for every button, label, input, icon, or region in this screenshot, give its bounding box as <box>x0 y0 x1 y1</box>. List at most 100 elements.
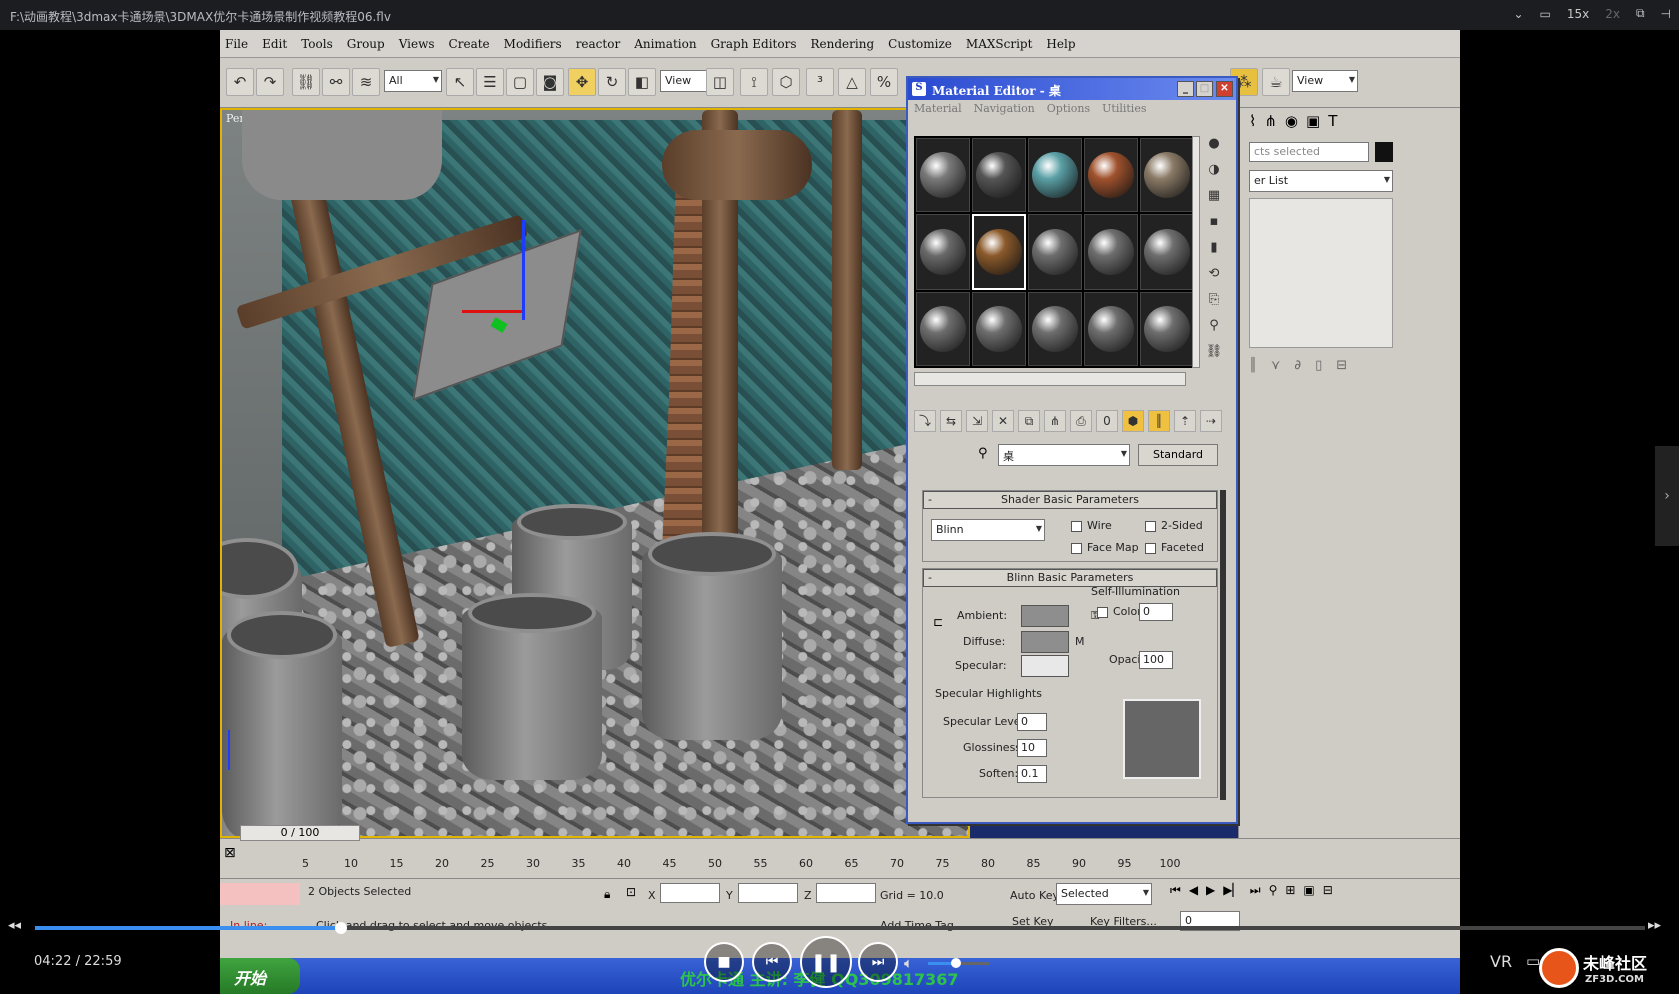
folder-icon[interactable]: ▭ <box>1540 7 1551 21</box>
redo-icon[interactable]: ↷ <box>256 68 284 96</box>
chevron-down-icon[interactable]: ⌄ <box>1513 7 1523 21</box>
material-slot[interactable] <box>1140 292 1194 366</box>
self-illum-spinner[interactable]: 0 <box>1139 603 1173 621</box>
glossiness-spinner[interactable]: 10 <box>1017 739 1047 757</box>
close-button[interactable]: ✕ <box>1216 81 1233 97</box>
menu-help[interactable]: Help <box>1045 37 1076 51</box>
play-icon[interactable]: ▶ <box>1206 883 1215 898</box>
menu-views[interactable]: Views <box>398 37 436 51</box>
z-coordinate-field[interactable] <box>816 883 876 903</box>
undo-icon[interactable]: ↶ <box>226 68 254 96</box>
make-preview-icon[interactable]: ⟲ <box>1202 266 1226 292</box>
menu-customize[interactable]: Customize <box>887 37 953 51</box>
speed-alt-button[interactable]: 2x <box>1605 7 1620 21</box>
rewind-icon[interactable]: ◂◂ <box>8 918 21 933</box>
fast-forward-icon[interactable]: ▸▸ <box>1648 918 1661 933</box>
self-illum-color-checkbox[interactable] <box>1097 607 1108 618</box>
minimize-button[interactable]: _ <box>1177 81 1194 97</box>
background-icon[interactable]: ▦ <box>1202 188 1226 214</box>
make-unique-icon[interactable]: ∂ <box>1294 358 1301 373</box>
menu-graph-editors[interactable]: Graph Editors <box>710 37 798 51</box>
select-by-name-icon[interactable]: ☰ <box>476 68 504 96</box>
menu-group[interactable]: Group <box>346 37 386 51</box>
window-crossing-icon[interactable]: ◙ <box>536 68 564 96</box>
select-scale-icon[interactable]: ◧ <box>628 68 656 96</box>
soften-spinner[interactable]: 0.1 <box>1017 765 1047 783</box>
speed-button[interactable]: 15x <box>1567 7 1589 21</box>
stop-button[interactable]: ■ <box>704 942 744 982</box>
pin-icon[interactable]: ⊣ <box>1661 7 1671 21</box>
backlight-icon[interactable]: ◑ <box>1202 162 1226 188</box>
utilities-tab-icon[interactable]: T <box>1328 112 1337 130</box>
diffuse-map-button[interactable]: M <box>1075 635 1085 648</box>
previous-frame-icon[interactable]: ◀ <box>1189 883 1198 898</box>
go-forward-sibling-icon[interactable]: ⇢ <box>1200 410 1222 432</box>
progress-bar[interactable] <box>35 922 1645 934</box>
slots-vertical-scrollbar[interactable] <box>1192 136 1200 368</box>
vr-button[interactable]: VR <box>1490 952 1512 971</box>
display-tab-icon[interactable]: ▣ <box>1306 112 1320 130</box>
track-bar-icon[interactable]: ⊠ <box>224 845 236 861</box>
gizmo-z-axis[interactable] <box>522 220 525 320</box>
unlink-icon[interactable]: ⚯ <box>322 68 350 96</box>
maxscript-listener-mini[interactable] <box>220 883 300 905</box>
material-slots[interactable] <box>914 136 1194 368</box>
material-type-button[interactable]: Standard <box>1138 444 1218 466</box>
go-to-parent-icon[interactable]: ⇡ <box>1174 410 1196 432</box>
shader-rollout-header[interactable]: Shader Basic Parameters <box>923 491 1217 509</box>
make-unique-icon[interactable]: ⋔ <box>1044 410 1066 432</box>
selection-filter-dropdown[interactable]: All <box>384 70 442 92</box>
snap-3d-icon[interactable]: ³ <box>806 68 834 96</box>
perspective-viewport[interactable]: Perspective <box>220 108 970 838</box>
configure-sets-icon[interactable]: ⊟ <box>1336 358 1347 373</box>
material-slot[interactable] <box>1028 138 1082 212</box>
show-map-in-viewport-icon[interactable]: ⬢ <box>1122 410 1144 432</box>
y-coordinate-field[interactable] <box>738 883 798 903</box>
lock-icon[interactable]: ⊏ <box>933 615 943 629</box>
pause-button[interactable]: ❚❚ <box>800 936 852 988</box>
shader-type-dropdown[interactable]: Blinn <box>931 519 1045 541</box>
go-to-start-icon[interactable]: ⏮ <box>1170 883 1181 898</box>
menu-animation[interactable]: Animation <box>633 37 697 51</box>
mat-menu-options[interactable]: Options <box>1047 102 1090 116</box>
material-slot[interactable] <box>972 214 1026 290</box>
select-move-icon[interactable]: ✥ <box>568 68 596 96</box>
x-coordinate-field[interactable] <box>660 883 720 903</box>
gizmo-x-axis[interactable] <box>462 310 522 313</box>
render-scene-icon[interactable]: ☕ <box>1262 68 1290 96</box>
manipulate-icon[interactable]: ⟟ <box>740 68 768 96</box>
remove-modifier-icon[interactable]: ▯ <box>1315 358 1322 373</box>
rect-region-icon[interactable]: ▢ <box>506 68 534 96</box>
material-slot[interactable] <box>916 292 970 366</box>
select-rotate-icon[interactable]: ↻ <box>598 68 626 96</box>
volume-icon[interactable]: 🔈︎ <box>904 954 913 972</box>
time-slider[interactable]: 0 / 100 <box>240 825 360 841</box>
menu-modifiers[interactable]: Modifiers <box>503 37 563 51</box>
slots-horizontal-scrollbar[interactable] <box>914 372 1186 386</box>
material-slot[interactable] <box>1084 214 1138 290</box>
pivot-icon[interactable]: ◫ <box>706 68 734 96</box>
menu-rendering[interactable]: Rendering <box>810 37 876 51</box>
angle-snap-icon[interactable]: △ <box>838 68 866 96</box>
modifier-list-dropdown[interactable]: er List <box>1249 170 1393 192</box>
specular-level-spinner[interactable]: 0 <box>1017 713 1047 731</box>
link-icon[interactable]: ⛓ <box>292 68 320 96</box>
material-slot[interactable] <box>972 138 1026 212</box>
hierarchy-tab-icon[interactable]: ⋔ <box>1264 112 1277 130</box>
next-button[interactable]: ⏭ <box>858 942 898 982</box>
material-slot[interactable] <box>1028 214 1082 290</box>
menu-maxscript[interactable]: MAXScript <box>965 37 1034 51</box>
menu-reactor[interactable]: reactor <box>575 37 622 51</box>
absolute-mode-icon[interactable]: ⊡ <box>626 885 636 899</box>
material-slot[interactable] <box>1084 292 1138 366</box>
zoom-icon[interactable]: ⚲ <box>1269 883 1278 898</box>
options-icon[interactable]: ⎘ <box>1202 292 1226 318</box>
menu-file[interactable]: File <box>224 37 249 51</box>
material-slot[interactable] <box>1140 138 1194 212</box>
assign-to-selection-icon[interactable]: ⇲ <box>966 410 988 432</box>
get-material-icon[interactable]: ⤵ <box>914 410 936 432</box>
video-frame[interactable]: File Edit Tools Group Views Create Modifiers re… <box>220 30 1460 994</box>
render-view-dropdown[interactable]: View <box>1292 70 1358 92</box>
bind-space-warp-icon[interactable]: ≋ <box>352 68 380 96</box>
menu-edit[interactable]: Edit <box>261 37 288 51</box>
